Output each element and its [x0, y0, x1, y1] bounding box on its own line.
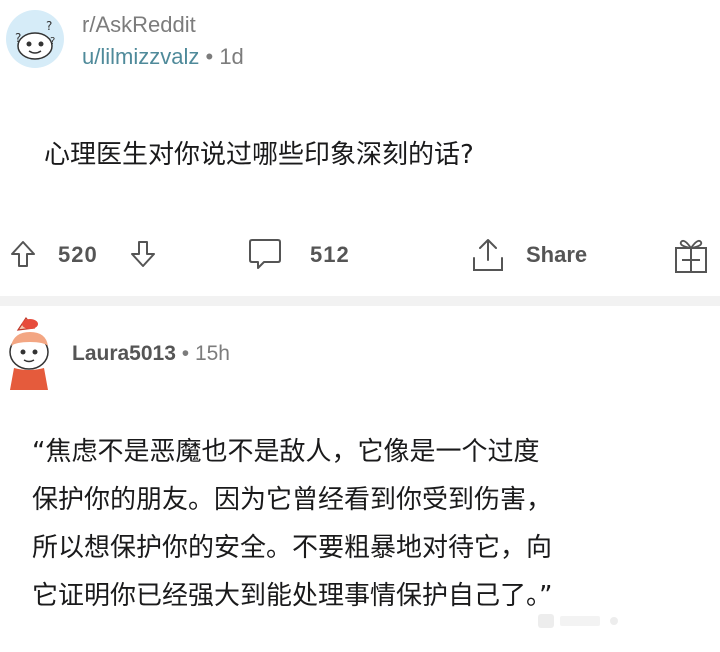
comments-button[interactable]	[246, 236, 284, 274]
svg-text:?: ?	[15, 31, 21, 45]
arrow-up-icon	[11, 241, 35, 267]
share-icon	[473, 239, 503, 271]
award-button[interactable]	[672, 236, 710, 274]
arrow-down-icon	[131, 241, 155, 267]
subreddit-name[interactable]: r/AskReddit	[82, 12, 196, 38]
post-age: 1d	[219, 44, 244, 69]
upvote-button[interactable]	[10, 240, 36, 268]
comment-body: “焦虑不是恶魔也不是敌人，它像是一个过度 保护你的朋友。因为它曾经看到你受到伤害…	[32, 428, 692, 620]
comment-line: “焦虑不是恶魔也不是敌人，它像是一个过度	[32, 437, 540, 467]
comment-meta-separator: •	[181, 342, 190, 365]
comment-author-link[interactable]: Laura5013	[72, 342, 176, 365]
post-title[interactable]: 心理医生对你说过哪些印象深刻的话?	[44, 134, 474, 171]
post-meta: u/lilmizzvalz • 1d	[82, 44, 244, 70]
post-author-link[interactable]: u/lilmizzvalz	[82, 44, 199, 69]
gift-award-icon	[675, 239, 707, 273]
meta-separator: •	[205, 44, 214, 69]
section-divider	[0, 296, 720, 306]
comment-count: 512	[310, 242, 350, 267]
comment-meta: Laura5013 • 15h	[72, 342, 230, 366]
post-header: ? ? ? r/AskReddit u/lilmizzvalz • 1d 心理医…	[0, 0, 720, 300]
svg-text:?: ?	[50, 36, 55, 47]
share-label: Share	[526, 242, 588, 267]
svg-text:?: ?	[46, 19, 52, 33]
speech-bubble-icon	[249, 239, 281, 269]
share-button[interactable]: Share	[470, 236, 587, 274]
subreddit-avatar-icon[interactable]: ? ? ?	[6, 10, 64, 68]
user-avatar-icon[interactable]	[4, 312, 54, 390]
post-action-bar: 520 512 Share	[0, 232, 720, 280]
downvote-button[interactable]	[130, 240, 156, 268]
comment-line: 保护你的朋友。因为它曾经看到你受到伤害，	[32, 485, 553, 515]
comment-line: 所以想保护你的安全。不要粗暴地对待它，向	[32, 533, 553, 563]
vote-count-wrap: 520	[58, 242, 98, 268]
vote-count: 520	[58, 242, 98, 267]
comment-age: 15h	[194, 342, 230, 365]
watermark	[536, 608, 646, 634]
comment-count-wrap: 512	[310, 242, 350, 268]
